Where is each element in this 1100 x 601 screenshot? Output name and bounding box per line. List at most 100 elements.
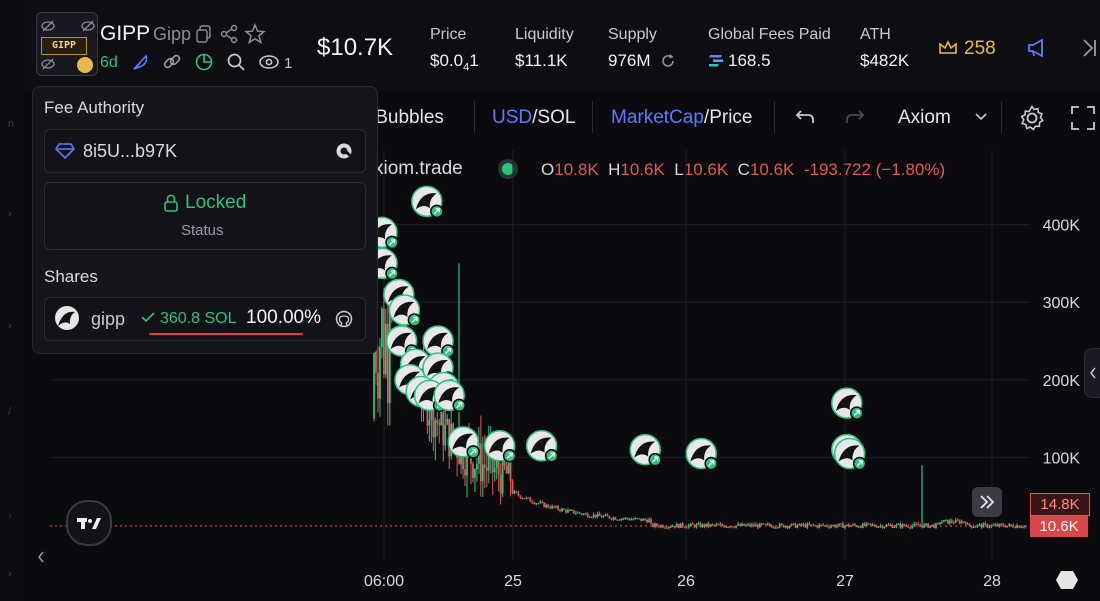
candle <box>472 463 474 478</box>
x-tick-label: 25 <box>504 573 522 590</box>
market-cap-value: $10.7K <box>317 34 394 61</box>
candle <box>428 420 431 426</box>
trade-bubble-marker <box>447 426 480 459</box>
token-badge: GIPP <box>41 37 87 55</box>
candle <box>719 524 722 526</box>
candle <box>523 498 526 500</box>
candle <box>747 524 749 526</box>
annotation-underline <box>149 333 303 335</box>
candle <box>527 497 530 499</box>
check-icon <box>141 311 155 323</box>
strip-mark: › <box>8 510 12 522</box>
candle <box>960 521 963 524</box>
holder-name: gipp <box>91 309 126 329</box>
shares-title: Shares <box>44 267 98 286</box>
share-percent: 100.00% <box>246 307 322 328</box>
candle <box>658 526 660 528</box>
fee-authority-popover: Fee Authority 8i5U...b97K Locked Status … <box>32 86 378 354</box>
candle <box>917 524 920 526</box>
candle <box>644 518 646 521</box>
candle <box>475 463 478 469</box>
eye-icon[interactable] <box>258 53 280 71</box>
github-icon[interactable] <box>335 310 353 328</box>
candle <box>515 491 518 493</box>
share-icon[interactable] <box>220 24 238 44</box>
lock-status-card: Locked Status <box>44 182 366 250</box>
stat-value-liquidity: $11.1K <box>515 51 568 70</box>
candle <box>762 523 765 525</box>
x-tick-label: 28 <box>983 573 1001 590</box>
candle <box>531 501 534 503</box>
candle <box>954 519 957 523</box>
candle <box>545 504 548 508</box>
candle <box>665 527 668 529</box>
candle <box>640 518 643 521</box>
candle <box>723 525 726 528</box>
candle <box>699 523 702 528</box>
link-icon[interactable] <box>162 52 182 72</box>
star-icon[interactable] <box>244 23 266 45</box>
candle <box>966 523 969 525</box>
chart-settings-hex-icon[interactable] <box>1056 570 1078 590</box>
candle <box>630 519 633 521</box>
candle <box>513 491 516 494</box>
candle <box>733 527 736 529</box>
candle <box>909 527 912 529</box>
candle <box>944 519 947 521</box>
candle <box>584 513 587 515</box>
candle <box>741 523 743 526</box>
authority-address-card[interactable]: 8i5U...b97K <box>44 129 366 173</box>
candle <box>582 513 585 515</box>
refresh-icon[interactable] <box>660 53 676 69</box>
stat-label-liquidity: Liquidity <box>515 26 574 43</box>
candle <box>618 519 621 521</box>
candle <box>903 524 906 526</box>
feather-icon[interactable] <box>130 52 150 72</box>
candle <box>565 509 567 513</box>
price-tag-high: 14.8K <box>1030 493 1090 516</box>
hide-icon[interactable] <box>41 57 55 71</box>
candle <box>915 523 918 525</box>
candle <box>570 509 573 511</box>
candle <box>663 527 666 529</box>
candle <box>511 481 514 494</box>
chevron-left-icon[interactable] <box>36 550 46 564</box>
candle <box>384 323 387 375</box>
side-panel-toggle[interactable] <box>1084 348 1100 398</box>
candle <box>555 506 557 508</box>
candle <box>737 524 739 526</box>
candle <box>517 492 520 496</box>
candle <box>485 467 488 471</box>
collapse-right-icon[interactable] <box>1078 37 1100 59</box>
candle <box>529 497 532 502</box>
candle <box>537 503 540 505</box>
candle <box>994 524 997 526</box>
token-age: 6d <box>100 54 118 71</box>
watcher-count: 1 <box>284 55 293 72</box>
tradingview-logo[interactable] <box>66 500 112 546</box>
candle <box>614 517 617 520</box>
locked-label: Locked <box>185 192 247 213</box>
candle <box>774 527 777 529</box>
candle <box>557 506 559 510</box>
candle <box>588 516 591 518</box>
token-image[interactable]: GIPP <box>36 12 98 76</box>
search-icon[interactable] <box>226 52 246 72</box>
pie-chart-icon[interactable] <box>194 52 214 72</box>
stat-label-price: Price <box>430 26 467 43</box>
explorer-icon[interactable] <box>335 142 353 160</box>
share-row[interactable]: gipp 360.8 SOL 100.00% <box>44 297 366 341</box>
candle <box>842 523 844 528</box>
candle <box>569 509 571 511</box>
megaphone-icon[interactable] <box>1026 37 1048 59</box>
candle <box>1022 527 1024 529</box>
scroll-to-latest-button[interactable] <box>972 487 1002 517</box>
candle <box>743 523 745 526</box>
candle <box>956 519 959 521</box>
trade-bubble-marker <box>422 325 455 358</box>
copy-icon[interactable] <box>196 25 212 43</box>
candle <box>731 526 734 528</box>
y-tick-label: 200K <box>1043 373 1081 390</box>
candle <box>683 526 686 528</box>
hide-icon[interactable] <box>81 19 95 33</box>
